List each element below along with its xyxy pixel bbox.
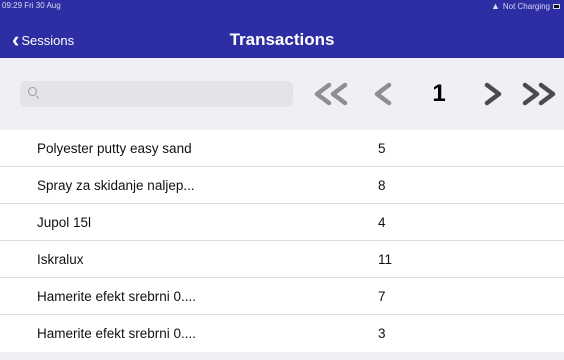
charging-status: Not Charging (502, 1, 550, 11)
list-item[interactable]: Polyester putty easy sand 5 (0, 130, 564, 167)
item-quantity: 4 (378, 215, 386, 230)
current-page-number: 1 (432, 80, 446, 107)
transactions-screen: 09:29 Fri 30 Aug ▲ Not Charging ‹ Sessio… (0, 0, 564, 360)
search-input[interactable] (42, 81, 287, 107)
item-name: Polyester putty easy sand (37, 141, 192, 156)
previous-page-button[interactable] (366, 78, 400, 110)
search-bar[interactable] (20, 81, 293, 107)
pager-toolbar: 1 (0, 74, 564, 114)
item-quantity: 11 (378, 252, 393, 267)
list-item[interactable]: Hamerite efekt srebrni 0.... 7 (0, 278, 564, 315)
list-item[interactable]: Jupol 15l 4 (0, 204, 564, 241)
transactions-list: Polyester putty easy sand 5 Spray za ski… (0, 130, 564, 352)
item-quantity: 7 (378, 289, 386, 304)
battery-icon (553, 3, 560, 9)
status-indicators: ▲ Not Charging (491, 1, 560, 11)
double-chevron-right-icon (522, 82, 556, 106)
double-chevron-left-icon (314, 82, 348, 106)
item-name: Spray za skidanje naljep... (37, 178, 195, 193)
list-item[interactable]: Spray za skidanje naljep... 8 (0, 167, 564, 204)
page-title: Transactions (229, 30, 335, 49)
search-icon (28, 87, 37, 96)
item-name: Hamerite efekt srebrni 0.... (37, 326, 197, 341)
item-name: Hamerite efekt srebrni 0.... (37, 289, 197, 304)
first-page-button[interactable] (308, 78, 354, 110)
list-item[interactable]: Hamerite efekt srebrni 0.... 3 (0, 315, 564, 352)
item-quantity: 5 (378, 141, 386, 156)
item-name: Jupol 15l (37, 215, 92, 230)
list-item[interactable]: Iskralux 11 (0, 241, 564, 278)
item-quantity: 8 (378, 178, 386, 193)
chevron-left-icon (374, 82, 392, 106)
status-time: 09:29 Fri 30 Aug (2, 1, 61, 10)
last-page-button[interactable] (516, 78, 562, 110)
item-name: Iskralux (37, 252, 84, 267)
navigation-bar: 09:29 Fri 30 Aug ▲ Not Charging ‹ Sessio… (0, 0, 564, 58)
wifi-icon: ▲ (490, 1, 500, 11)
item-quantity: 3 (378, 326, 386, 341)
chevron-right-icon (484, 82, 502, 106)
next-page-button[interactable] (476, 78, 510, 110)
